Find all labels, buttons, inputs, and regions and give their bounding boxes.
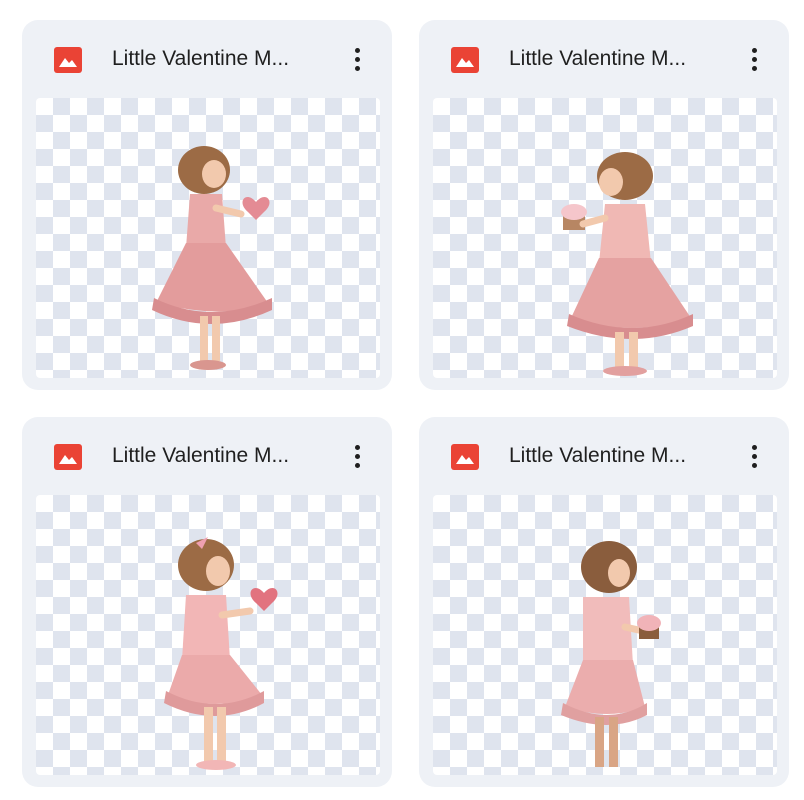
file-card-header: Little Valentine M... [22,20,392,98]
file-thumbnail[interactable] [433,495,777,775]
file-title[interactable]: Little Valentine M... [112,441,332,471]
file-card-header: Little Valentine M... [419,417,789,495]
file-thumbnail[interactable] [36,495,380,775]
file-title[interactable]: Little Valentine M... [112,44,332,74]
image-file-icon [54,444,82,470]
more-options-icon[interactable] [741,42,767,76]
image-file-icon [451,444,479,470]
more-options-icon[interactable] [741,439,767,473]
image-file-icon [54,47,82,73]
file-card-header: Little Valentine M... [22,417,392,495]
girl-holding-heart-bow-image [164,537,278,770]
file-title[interactable]: Little Valentine M... [509,441,729,471]
girl-holding-cupcake-side-image [561,541,661,767]
girl-holding-heart-image [152,146,272,370]
file-card[interactable]: Little Valentine M... [22,417,392,787]
file-thumbnail[interactable] [36,98,380,378]
file-title[interactable]: Little Valentine M... [509,44,729,74]
more-options-icon[interactable] [344,439,370,473]
file-grid: Little Valentine M... Little Valentine M… [0,0,804,800]
girl-holding-cupcake-image [561,152,693,376]
image-file-icon [451,47,479,73]
file-card-header: Little Valentine M... [419,20,789,98]
more-options-icon[interactable] [344,42,370,76]
file-card[interactable]: Little Valentine M... [419,417,789,787]
file-card[interactable]: Little Valentine M... [419,20,789,390]
file-thumbnail[interactable] [433,98,777,378]
file-card[interactable]: Little Valentine M... [22,20,392,390]
